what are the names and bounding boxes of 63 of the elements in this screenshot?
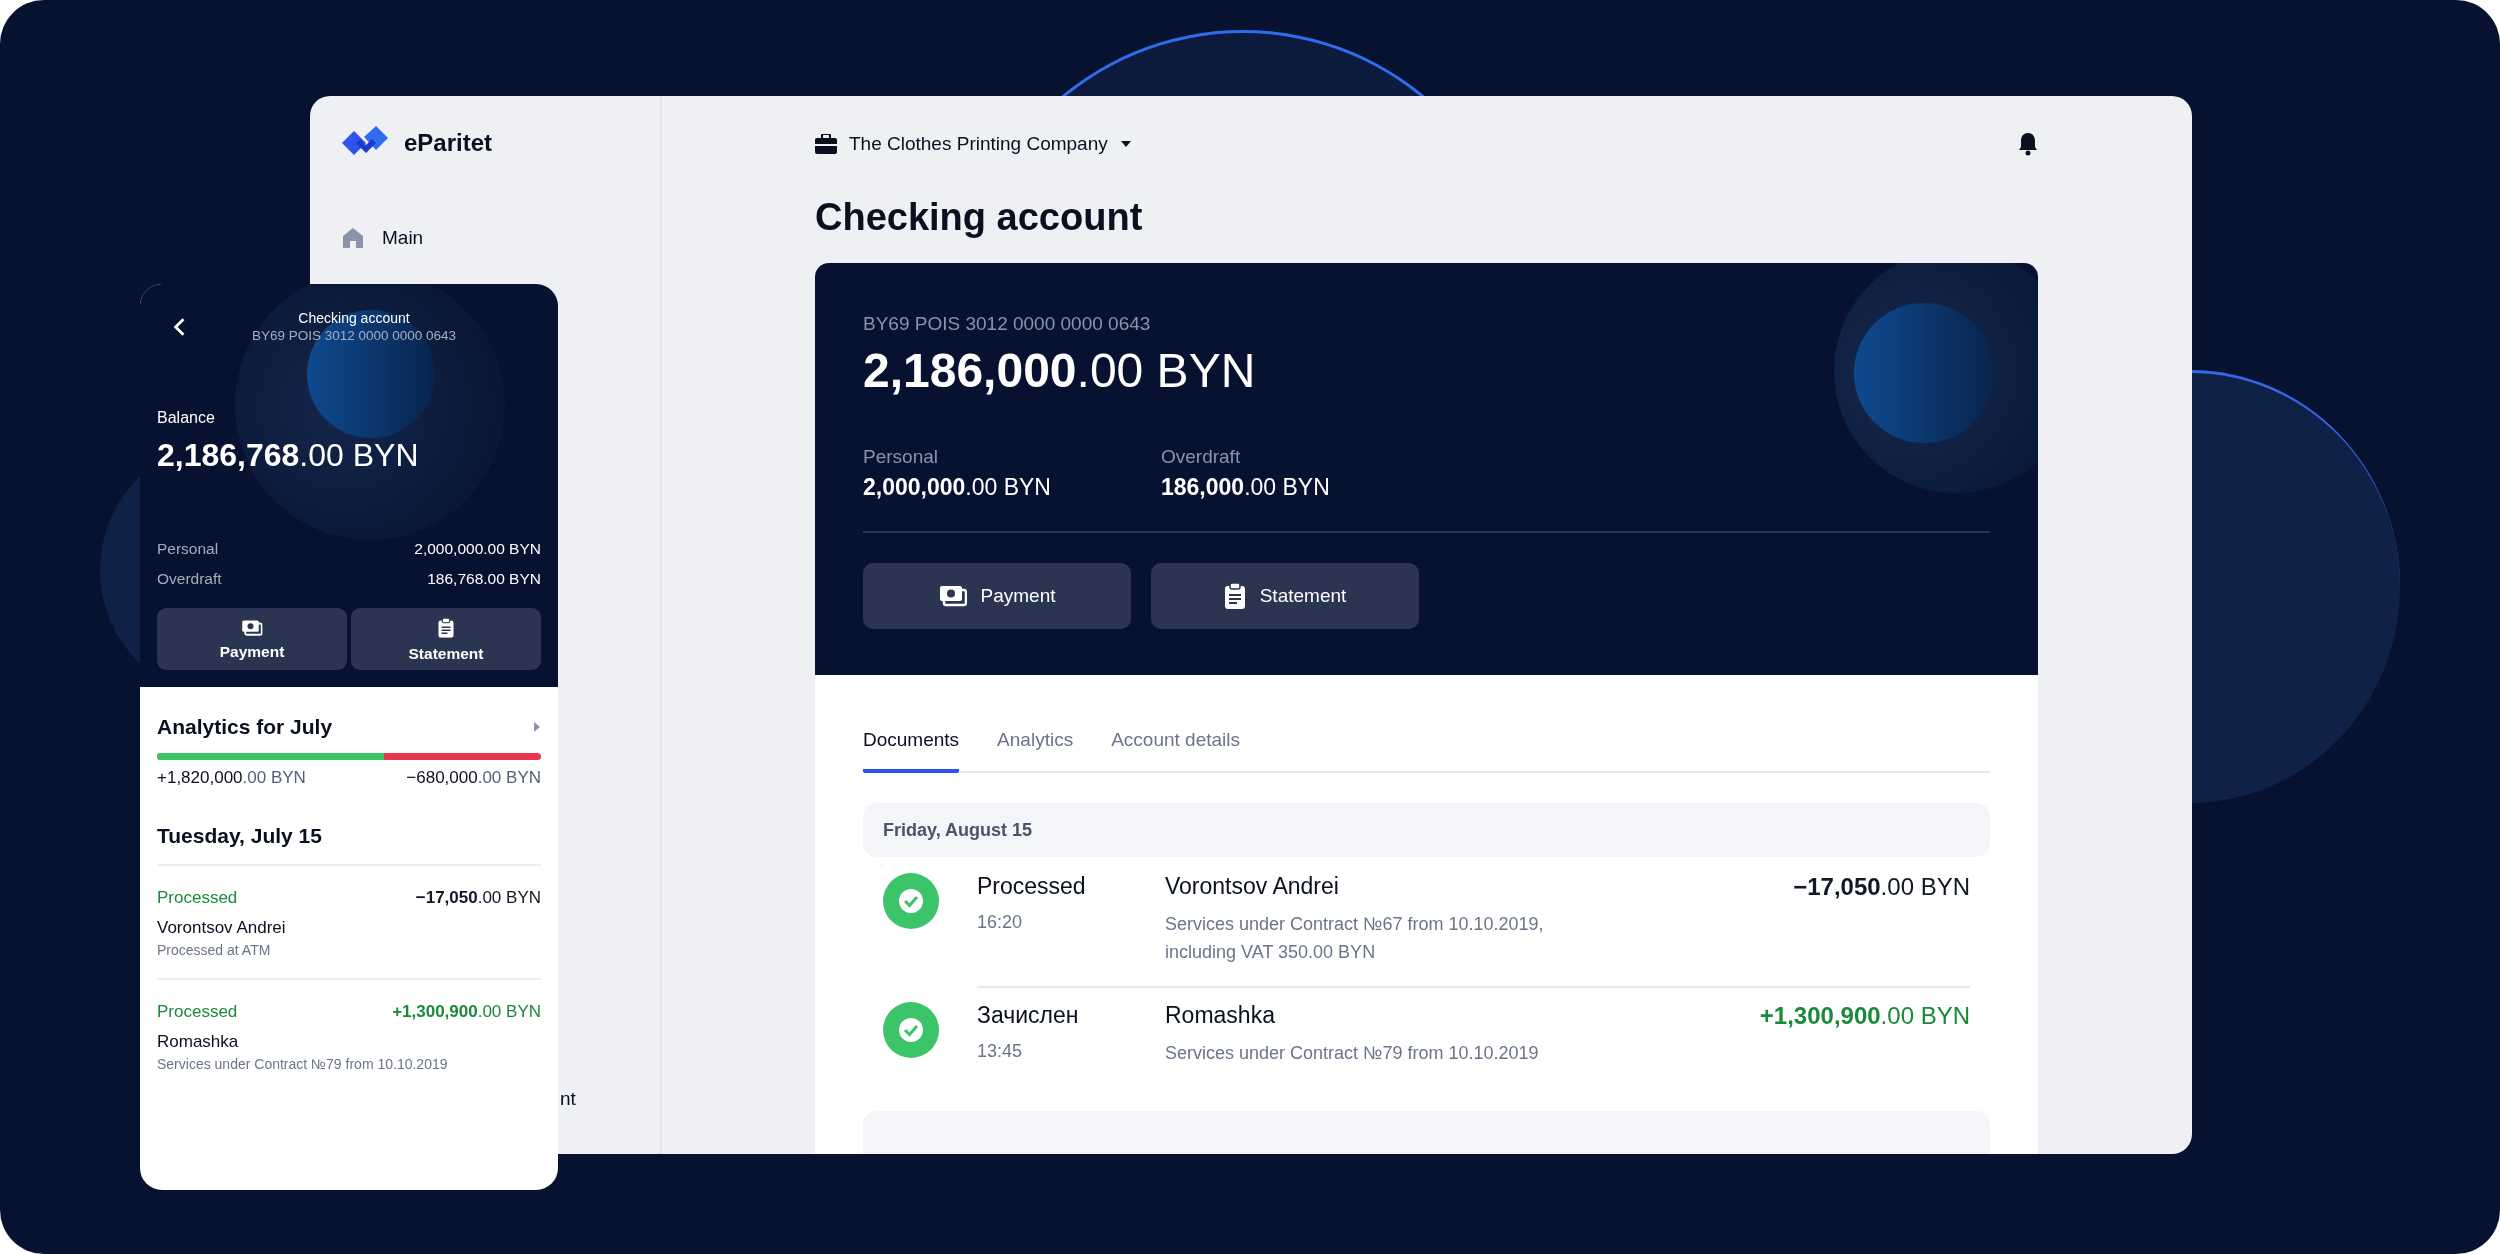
caret-icon [1119,140,1132,148]
balance-label: Overdraft [157,570,222,588]
cash-icon [241,619,263,637]
transaction-amount: +1,300,900.00 BYN [1759,1002,1970,1031]
tab[interactable]: Account details [1111,715,1240,773]
transaction-amount: −17,050.00 BYN [415,888,541,908]
home-icon [342,227,364,249]
transaction-amount: −17,050.00 BYN [1793,873,1970,902]
transaction-amount: +1,300,900.00 BYN [392,1002,541,1022]
transaction-time: 13:45 [977,1041,1024,1062]
account-number: BY69 POIS 3012 0000 0000 0643 [863,313,1152,335]
transaction-time: 16:20 [977,912,1024,933]
analytics-link[interactable]: Analytics for July [157,715,541,739]
logo-text: eParitet [404,129,493,157]
transaction-status: Зачислен [977,1002,1080,1029]
balance-label: Balance [157,409,216,427]
balance-value: 2,000,000.00 BYN [414,540,541,558]
transaction-description: Services under Contract №79 from 10.10.2019 [1165,1042,1540,1065]
transaction-row[interactable]: Processed 16:20 Vorontsov Andrei Services under Contract №67 from 10.10.2019, including VAT 350.00 BYN −17,050.00 BYN [863,857,1990,986]
balance-label: Personal [157,540,219,558]
balance-amount: 2,186,000.00 BYN [863,343,1257,398]
balance-amount: 2,186,768.00 BYN [157,437,420,474]
screen-title: Checking account [297,310,411,326]
payment-button[interactable]: Payment [863,563,1131,629]
transaction-description: Services under Contract №67 from 10.10.2019, including VAT 350.00 BYN [1165,913,1545,964]
triangle-right-icon [533,722,541,732]
page-title: Checking account [815,196,1144,239]
transaction-name: Romashka [1165,1002,1276,1029]
transaction-name: Vorontsov Andrei [157,918,287,938]
sidebar-item[interactable]: nt [560,1079,660,1119]
payment-button[interactable]: Payment [157,608,347,670]
balance-label: Overdraft [1161,446,1242,468]
bell-icon[interactable] [2018,132,2038,156]
date-header: Friday, August 15 [863,803,1990,857]
tab[interactable]: Analytics [997,715,1074,773]
transaction-description: Processed at ATM [157,942,272,958]
transaction-status: Processed [157,888,238,908]
transaction-status: Processed [977,873,1087,900]
date-header: Tuesday, July 15 [157,824,541,866]
statement-button[interactable]: Statement [1151,563,1419,629]
check-circle-icon [883,1002,939,1058]
income-amount: +1,820,000.00 BYN [157,768,306,788]
balance-value: 186,768.00 BYN [427,570,541,588]
balance-value: 186,000.00 BYN [1161,474,1330,501]
transaction-description: Services under Contract №79 from 10.10.2019 [157,1056,449,1072]
balance-label: Personal [863,446,939,468]
transaction-name: Romashka [157,1032,240,1052]
expense-amount: −680,000.00 BYN [406,768,541,788]
account-number: BY69 POIS 3012 0000 0000 0643 [250,328,458,343]
sidebar-item[interactable]: Main [342,218,660,258]
statement-button[interactable]: Statement [351,608,541,670]
company-selector[interactable]: The Clothes Printing Company [815,133,1132,155]
back-icon[interactable] [171,316,187,337]
transaction-status: Processed [157,1002,238,1022]
check-circle-icon [883,873,939,929]
briefcase-icon [815,134,837,154]
cash-icon [938,585,967,607]
balance-value: 2,000,000.00 BYN [863,474,1051,501]
clipboard-icon [437,618,455,638]
clipboard-icon [1223,583,1246,609]
tab[interactable]: Documents [863,715,960,773]
transaction-name: Vorontsov Andrei [1165,873,1340,900]
transaction-row[interactable]: Зачислен 13:45 Romashka Services under Contract №79 from 10.10.2019 +1,300,900.00 BYN [863,986,1990,1087]
